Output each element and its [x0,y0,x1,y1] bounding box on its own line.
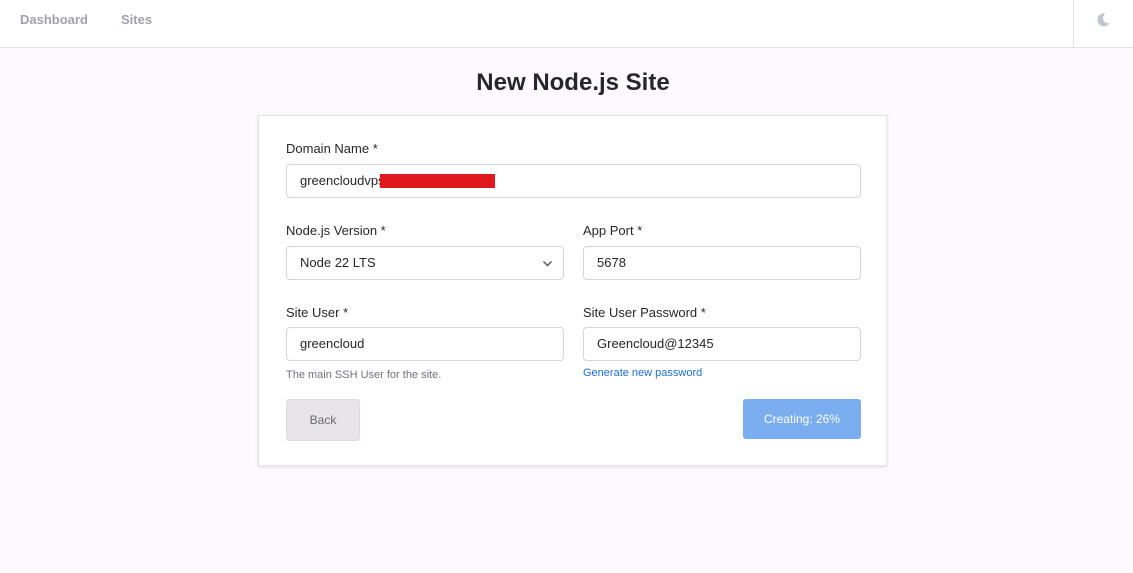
page-title: New Node.js Site [476,69,670,96]
back-button[interactable]: Back [286,399,360,441]
new-site-form-card: Domain Name * greencloudvps Node.js Vers… [258,115,887,466]
moon-icon [1097,13,1110,27]
app-port-input[interactable]: 5678 [583,246,861,280]
nav-link-dashboard[interactable]: Dashboard [20,12,88,27]
app-port-label: App Port * [583,223,643,238]
site-user-label: Site User * [286,305,349,320]
creating-progress-button: Creating: 26% [743,399,861,439]
top-navigation-bar: Dashboard Sites [0,0,1133,48]
nodejs-version-select[interactable]: Node 22 LTS [286,246,564,280]
site-user-input[interactable]: greencloud [286,327,564,361]
nodejs-version-value: Node 22 LTS [300,255,376,270]
domain-name-input[interactable]: greencloudvps [286,164,861,198]
theme-toggle-button[interactable] [1073,0,1133,47]
site-user-password-input[interactable]: Greencloud@12345 [583,327,861,361]
app-port-value: 5678 [597,255,626,270]
domain-name-value: greencloudvps [300,173,385,188]
nodejs-version-label: Node.js Version * [286,223,386,238]
nav-link-sites[interactable]: Sites [121,12,152,27]
site-user-helper-text: The main SSH User for the site. [286,369,442,381]
domain-name-label: Domain Name * [286,141,378,156]
site-user-password-value: Greencloud@12345 [597,336,714,351]
site-user-value: greencloud [300,336,365,351]
site-user-password-label: Site User Password * [583,305,706,320]
chevron-down-icon [543,261,552,267]
generate-password-link[interactable]: Generate new password [583,367,702,379]
redaction-block [379,173,495,188]
